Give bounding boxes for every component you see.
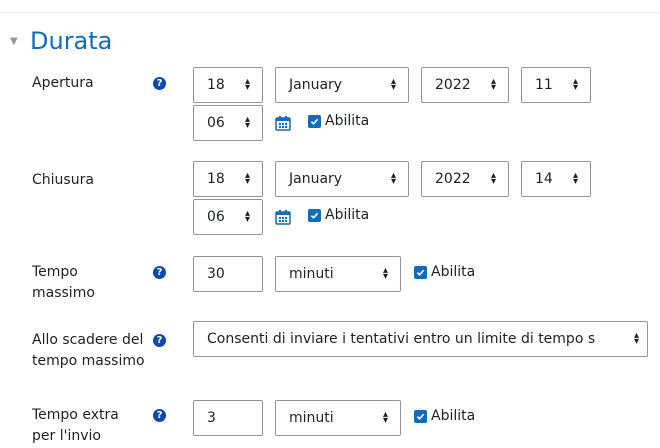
checkmark-icon [414, 265, 427, 279]
apertura-day-value: 18 [207, 77, 225, 93]
top-divider [0, 12, 660, 13]
sort-arrows-icon: ▴ ▾ [490, 76, 496, 93]
sort-arrows-icon: ▴ ▾ [244, 208, 250, 225]
tempo-massimo-enable-checkbox[interactable]: Abilita [414, 264, 475, 280]
apertura-minute-select[interactable]: 06 ▴ ▾ [193, 105, 263, 141]
checkmark-icon [414, 409, 427, 423]
sort-arrows-icon: ▴ ▾ [244, 170, 250, 187]
tempo-massimo-enable-label: Abilita [431, 264, 476, 280]
apertura-hour-select[interactable]: 11 ▴ ▾ [521, 67, 591, 103]
sort-arrows-icon: ▴ ▾ [390, 76, 396, 93]
allo-scadere-label-line2: tempo massimo [32, 353, 145, 369]
tempo-extra-label-line2: per l'invio [32, 428, 101, 444]
apertura-hour-value: 11 [535, 77, 553, 93]
tempo-extra-input[interactable]: 3 [193, 400, 263, 436]
sort-arrows-icon: ▴ ▾ [572, 170, 578, 187]
tempo-massimo-value: 30 [207, 266, 225, 282]
tempo-extra-value: 3 [207, 410, 216, 426]
apertura-month-value: January [289, 77, 343, 93]
chiusura-enable-label: Abilita [325, 207, 370, 223]
apertura-enable-label: Abilita [325, 113, 370, 129]
chiusura-hour-select[interactable]: 14 ▴ ▾ [521, 161, 591, 197]
allo-scadere-select[interactable]: Consenti di inviare i tentativi entro un… [193, 321, 648, 357]
allo-scadere-label-line1: Allo scadere del [32, 332, 144, 348]
section-title: Durata [30, 27, 113, 55]
apertura-label: Apertura [32, 75, 94, 91]
apertura-day-select[interactable]: 18 ▴ ▾ [193, 67, 263, 103]
help-icon[interactable]: ? [153, 77, 166, 90]
chiusura-month-value: January [289, 171, 343, 187]
tempo-extra-unit-value: minuti [289, 410, 334, 426]
tempo-extra-label: Tempo extra per l'invio [32, 405, 119, 447]
calendar-icon[interactable] [275, 209, 291, 225]
tempo-extra-enable-checkbox[interactable]: Abilita [414, 408, 475, 424]
apertura-minute-value: 06 [207, 115, 225, 131]
allo-scadere-label: Allo scadere del tempo massimo [32, 330, 145, 372]
chiusura-day-select[interactable]: 18 ▴ ▾ [193, 161, 263, 197]
apertura-year-value: 2022 [435, 77, 471, 93]
tempo-extra-unit-select[interactable]: minuti ▴ ▾ [275, 400, 401, 436]
sort-arrows-icon: ▴ ▾ [390, 170, 396, 187]
tempo-massimo-label-line2: massimo [32, 285, 95, 301]
tempo-massimo-input[interactable]: 30 [193, 256, 263, 292]
chiusura-month-select[interactable]: January ▴ ▾ [275, 161, 409, 197]
chiusura-minute-value: 06 [207, 209, 225, 225]
chiusura-year-value: 2022 [435, 171, 471, 187]
apertura-year-select[interactable]: 2022 ▴ ▾ [421, 67, 509, 103]
tempo-extra-enable-label: Abilita [431, 408, 476, 424]
checkmark-icon [308, 208, 321, 222]
checkmark-icon [308, 114, 321, 128]
apertura-month-select[interactable]: January ▴ ▾ [275, 67, 409, 103]
sort-arrows-icon: ▴ ▾ [382, 265, 388, 282]
sort-arrows-icon: ▴ ▾ [572, 76, 578, 93]
apertura-enable-checkbox[interactable]: Abilita [308, 113, 369, 129]
tempo-massimo-label: Tempo massimo [32, 262, 95, 304]
chiusura-label: Chiusura [32, 172, 94, 188]
chiusura-day-value: 18 [207, 171, 225, 187]
help-icon[interactable]: ? [153, 266, 166, 279]
chiusura-minute-select[interactable]: 06 ▴ ▾ [193, 199, 263, 235]
chiusura-enable-checkbox[interactable]: Abilita [308, 207, 369, 223]
calendar-icon[interactable] [275, 115, 291, 131]
tempo-massimo-label-line1: Tempo [32, 264, 78, 280]
tempo-extra-label-line1: Tempo extra [32, 407, 119, 423]
tempo-massimo-unit-select[interactable]: minuti ▴ ▾ [275, 256, 401, 292]
sort-arrows-icon: ▴ ▾ [631, 330, 639, 347]
chiusura-year-select[interactable]: 2022 ▴ ▾ [421, 161, 509, 197]
help-icon[interactable]: ? [153, 334, 166, 347]
chiusura-hour-value: 14 [535, 171, 553, 187]
chevron-down-icon[interactable]: ▼ [10, 36, 30, 47]
sort-arrows-icon: ▴ ▾ [382, 409, 388, 426]
tempo-massimo-unit-value: minuti [289, 266, 334, 282]
help-icon[interactable]: ? [153, 409, 166, 422]
section-header-durata[interactable]: ▼ Durata [10, 26, 112, 56]
sort-arrows-icon: ▴ ▾ [244, 76, 250, 93]
sort-arrows-icon: ▴ ▾ [490, 170, 496, 187]
sort-arrows-icon: ▴ ▾ [244, 114, 250, 131]
allo-scadere-value: Consenti di inviare i tentativi entro un… [207, 331, 596, 347]
